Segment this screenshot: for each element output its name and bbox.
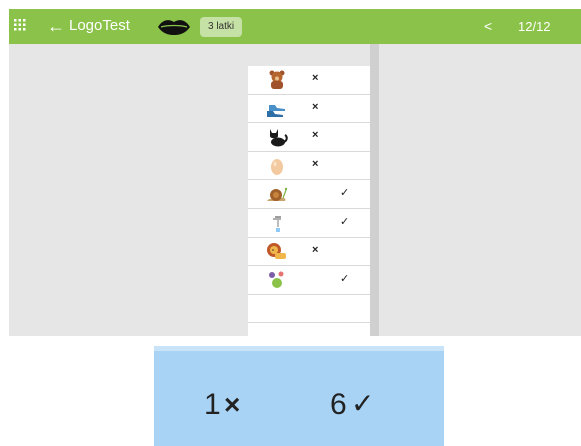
list-item[interactable]: × — [248, 95, 370, 124]
egg-icon — [271, 158, 283, 175]
lion-icon — [267, 242, 286, 259]
shoes-icon — [267, 104, 285, 117]
list-item[interactable]: ✓ — [248, 266, 370, 295]
results-list: × × × × ✓ ✓ × ✓ — [248, 66, 370, 336]
checkmark-icon: ✓ — [351, 388, 375, 419]
list-item[interactable]: ✓ — [248, 209, 370, 238]
correct-mark: ✓ — [340, 215, 350, 228]
wrong-mark: × — [312, 157, 319, 170]
cat-icon — [270, 129, 288, 147]
app-title: LogoTest — [69, 17, 130, 34]
wrong-mark: × — [312, 129, 319, 142]
wrong-mark: × — [312, 100, 319, 113]
wrong-count: 1 — [204, 388, 221, 421]
tap-icon — [273, 215, 281, 232]
page-counter: 12/12 — [518, 19, 551, 34]
wrong-mark: × — [312, 72, 319, 84]
snail-icon — [267, 188, 288, 202]
correct-mark: ✓ — [340, 273, 350, 286]
previous-button[interactable]: < — [484, 17, 492, 35]
list-item[interactable] — [248, 295, 370, 324]
score-summary: 1 × 6 ✓ — [154, 346, 444, 446]
correct-mark: ✓ — [340, 187, 350, 200]
bear-icon — [269, 70, 285, 89]
lips-icon — [158, 20, 190, 35]
cross-icon: × — [224, 389, 241, 420]
list-item[interactable]: ✓ — [248, 180, 370, 209]
list-item[interactable]: × — [248, 152, 370, 181]
list-item[interactable]: × — [248, 123, 370, 152]
list-item[interactable]: × — [248, 238, 370, 267]
back-arrow-icon[interactable]: ← — [47, 16, 65, 36]
wrong-mark: × — [312, 243, 319, 256]
scrollbar[interactable] — [370, 44, 379, 336]
correct-count: 6 — [330, 388, 347, 421]
results-panel: × × × × ✓ ✓ × ✓ — [9, 44, 581, 336]
list-item[interactable]: × — [248, 66, 370, 95]
apps-grid-icon[interactable] — [14, 19, 26, 31]
balls-icon — [269, 271, 284, 289]
app-header: ← LogoTest 3 latki < 12/12 — [9, 9, 581, 44]
age-badge: 3 latki — [200, 17, 243, 37]
